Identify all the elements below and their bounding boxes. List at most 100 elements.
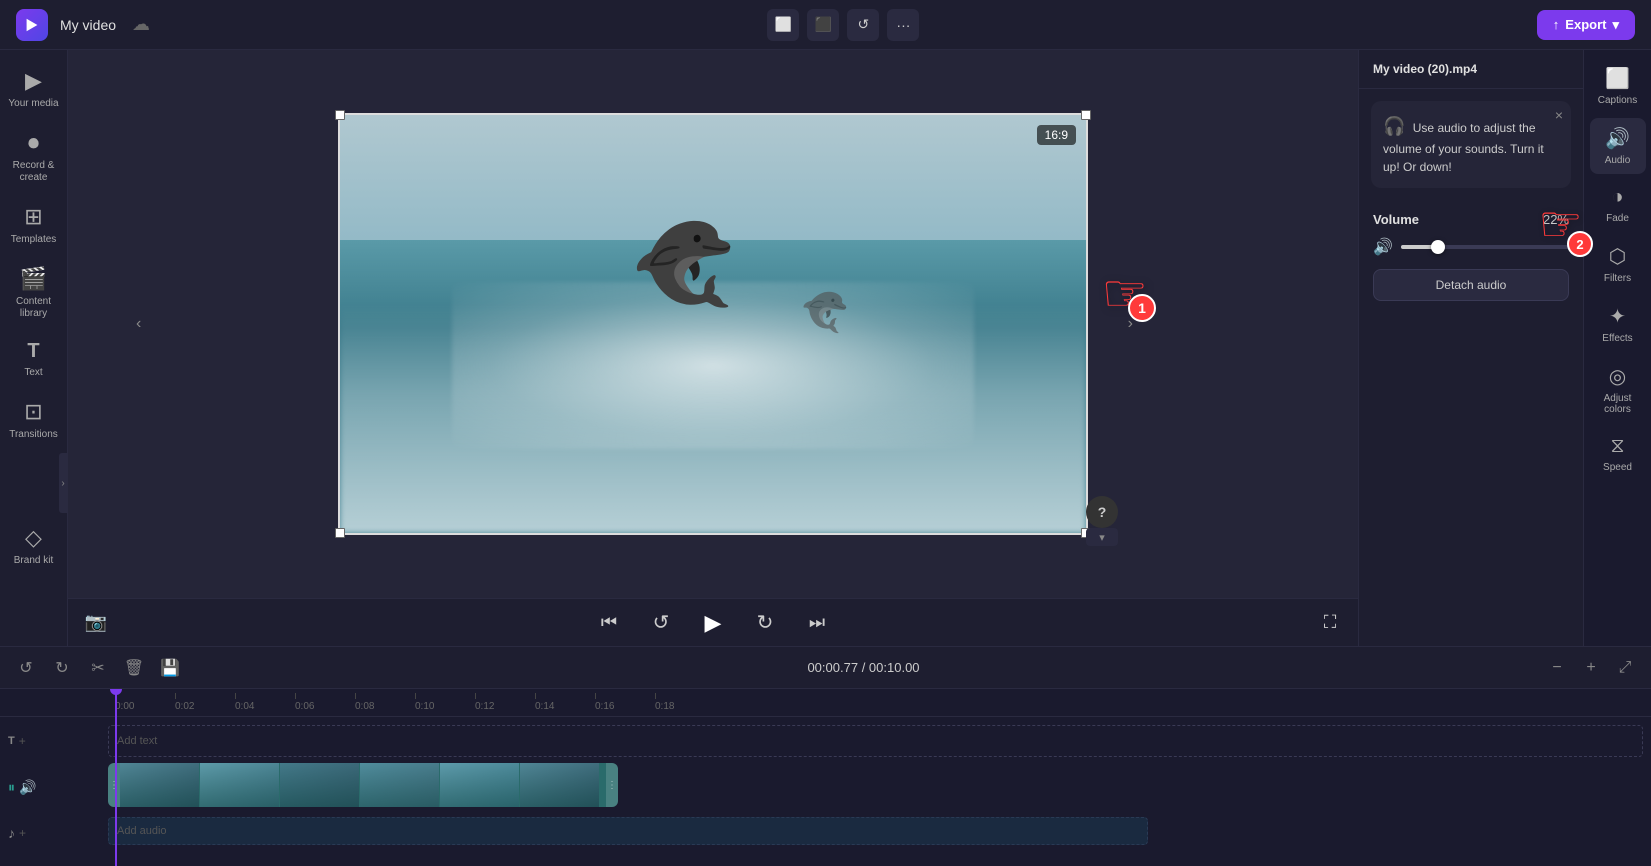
ratio-badge: 16:9 — [1037, 125, 1076, 145]
captions-icon: ⬜ — [1605, 66, 1630, 91]
expand-timeline-button[interactable]: ⤢ — [1611, 654, 1639, 682]
delete-button[interactable]: 🗑 — [120, 654, 148, 682]
ruler-mark-1: 0:02 — [175, 693, 235, 712]
redo-button[interactable]: ↻ — [48, 654, 76, 682]
video-track-clip[interactable]: ⋮ ⋮ — [108, 763, 618, 807]
tick-label-9: 0:18 — [655, 701, 674, 712]
adjust-colors-panel-item[interactable]: ◎ Adjust colors — [1590, 356, 1646, 423]
skip-to-end-button[interactable]: ⏭ — [801, 607, 833, 639]
top-bar: My video ☁ ⬜ ⬛ ↺ ··· ↑ Export ▾ — [0, 0, 1651, 50]
effects-panel-item[interactable]: ✦ Effects — [1590, 296, 1646, 352]
save-button[interactable]: 💾 — [156, 654, 184, 682]
undo-button[interactable]: ↺ — [12, 654, 40, 682]
video-thumb-3 — [280, 763, 360, 807]
text-track-clip-area[interactable]: Add text — [108, 725, 1643, 757]
tick-label-0: 0:00 — [115, 701, 134, 712]
tick-6 — [475, 693, 476, 699]
app-logo[interactable] — [16, 9, 48, 41]
cut-button[interactable]: ✂ — [84, 654, 112, 682]
panel-expand-left[interactable]: ‹ — [136, 315, 141, 333]
sidebar-expand-button[interactable]: › — [59, 453, 67, 513]
sidebar-item-transitions[interactable]: ⊡ Transitions — [4, 391, 64, 449]
audio-icon: 🔊 — [1605, 126, 1630, 151]
tick-5 — [415, 693, 416, 699]
volume-slider[interactable] — [1401, 245, 1569, 249]
rewind-button[interactable]: ↺ — [645, 607, 677, 639]
volume-section: Volume 22% 🔊 Detach audio — [1359, 200, 1583, 313]
tick-4 — [355, 693, 356, 699]
filters-icon: ⬡ — [1609, 244, 1626, 269]
text-track-content: Add text — [108, 725, 1643, 757]
screenshot-button[interactable]: 📷 — [80, 607, 112, 639]
captions-panel-item[interactable]: ⬜ Captions — [1590, 58, 1646, 114]
cursor-pointer-1: ☞ 1 — [1101, 268, 1148, 320]
video-track-content: ⋮ ⋮ — [108, 763, 1643, 811]
audio-panel-item[interactable]: 🔊 Audio — [1590, 118, 1646, 174]
sidebar-item-record[interactable]: ⏺ Record &create — [4, 122, 64, 192]
speed-panel-item[interactable]: ⧖ Speed — [1590, 427, 1646, 481]
video-preview: 🐬 🐬 — [338, 113, 1088, 535]
skip-to-start-button[interactable]: ⏮ — [593, 607, 625, 639]
zoom-in-button[interactable]: + — [1577, 654, 1605, 682]
playhead[interactable] — [115, 689, 117, 866]
sidebar-item-templates[interactable]: ⊞ Templates — [4, 196, 64, 254]
audio-track-add: + — [19, 826, 26, 840]
ruler-marks: 0:00 0:02 0:04 0:06 0:08 — [115, 693, 715, 712]
sidebar-item-your-media[interactable]: ▶ Your media — [4, 60, 64, 118]
video-frame[interactable]: 🐬 🐬 16:9 ☞ 1 — [338, 113, 1088, 535]
audio-track-row: ♪ + Add audio — [0, 815, 1651, 851]
tooltip-text: Use audio to adjust the volume of your s… — [1383, 121, 1544, 174]
panel-expand-right[interactable]: › — [1128, 315, 1133, 333]
help-button[interactable]: ? — [1086, 496, 1118, 528]
video-thumb-1 — [120, 763, 200, 807]
sidebar-item-content-library[interactable]: 🎬 Content library — [4, 258, 64, 328]
far-right-panel: ⬜ Captions 🔊 Audio ◑ Fade ⬡ Filters ✦ Ef… — [1583, 50, 1651, 646]
text-track-icon: T — [8, 735, 15, 747]
text-track-add-button: + — [19, 734, 26, 748]
video-track-handle-right[interactable]: ⋮ — [606, 763, 618, 807]
fade-panel-item[interactable]: ◑ Fade — [1590, 178, 1646, 232]
filters-panel-item[interactable]: ⬡ Filters — [1590, 236, 1646, 292]
more-tools-button[interactable]: ··· — [887, 9, 919, 41]
play-pause-button[interactable]: ▶ — [697, 607, 729, 639]
sidebar-item-text[interactable]: T Text — [4, 332, 64, 387]
brand-kit-icon: ◇ — [25, 525, 42, 551]
tick-3 — [295, 693, 296, 699]
export-button[interactable]: ↑ Export ▾ — [1537, 10, 1635, 40]
hand-cursor: ☞ 1 — [1101, 268, 1148, 320]
volume-slider-row: 🔊 — [1373, 237, 1569, 257]
tick-label-4: 0:08 — [355, 701, 374, 712]
chevron-down-button[interactable]: ▾ — [1086, 528, 1118, 546]
ruler-mark-0: 0:00 — [115, 693, 175, 712]
fullscreen-button[interactable]: ⛶ — [1314, 607, 1346, 639]
video-track-handle-left[interactable]: ⋮ — [108, 763, 120, 807]
your-media-icon: ▶ — [25, 68, 42, 94]
main-layout: ▶ Your media ⏺ Record &create ⊞ Template… — [0, 50, 1651, 646]
detach-audio-button[interactable]: Detach audio — [1373, 269, 1569, 301]
timeline-right-tools: − + ⤢ — [1543, 654, 1639, 682]
video-track-label: ⏸ 🔊 — [8, 779, 108, 796]
frame-tool-button[interactable]: ⬛ — [807, 9, 839, 41]
audio-track-clip-area[interactable]: Add audio — [108, 817, 1148, 845]
tooltip-emoji: 🎧 — [1383, 116, 1405, 136]
sidebar-item-brand-kit[interactable]: ◇ Brand kit — [4, 517, 64, 575]
tick-label-2: 0:04 — [235, 701, 254, 712]
zoom-out-button[interactable]: − — [1543, 654, 1571, 682]
crop-tool-button[interactable]: ⬜ — [767, 9, 799, 41]
tooltip-close-button[interactable]: × — [1555, 107, 1563, 123]
volume-header: Volume 22% — [1373, 212, 1569, 227]
canvas-area: 🐬 🐬 16:9 ☞ 1 — [68, 50, 1358, 646]
controls-right: ⛶ — [1314, 607, 1346, 639]
timeline-ruler: 0:00 0:02 0:04 0:06 0:08 — [0, 689, 1651, 717]
volume-label: Volume — [1373, 212, 1419, 227]
toolbar-center: ⬜ ⬛ ↺ ··· — [162, 9, 1525, 41]
forward-button[interactable]: ↻ — [749, 607, 781, 639]
tick-label-5: 0:10 — [415, 701, 434, 712]
export-icon: ↑ — [1553, 17, 1560, 32]
rotate-tool-button[interactable]: ↺ — [847, 9, 879, 41]
left-sidebar: ▶ Your media ⏺ Record &create ⊞ Template… — [0, 50, 68, 646]
text-track-row: T + Add text — [0, 723, 1651, 759]
add-text-label: Add text — [117, 735, 157, 747]
file-name: My video (20).mp4 — [1373, 62, 1477, 76]
volume-slider-thumb[interactable] — [1431, 240, 1445, 254]
